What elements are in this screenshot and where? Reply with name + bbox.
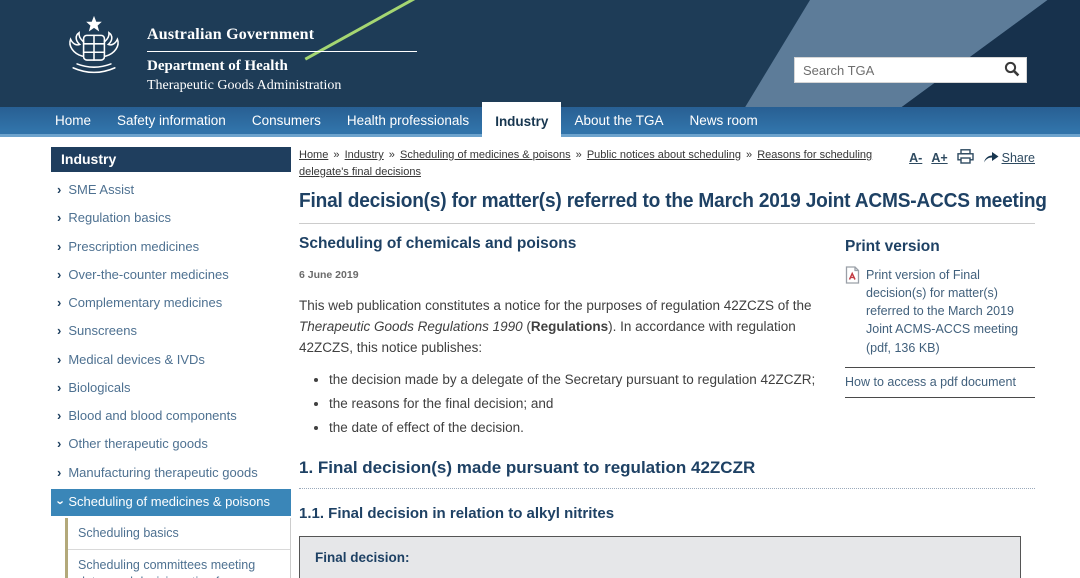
chevron-right-icon: ›	[57, 351, 62, 367]
print-version-heading: Print version	[845, 238, 940, 256]
site-header: Australian Government Department of Heal…	[0, 0, 1080, 107]
breadcrumb-industry[interactable]: Industry	[345, 149, 384, 161]
search-button[interactable]	[998, 58, 1026, 82]
pdf-howto-link[interactable]: How to access a pdf document	[845, 368, 1035, 398]
font-decrease-button[interactable]: A-	[909, 151, 922, 165]
page: Australian Government Department of Heal…	[0, 0, 1080, 578]
page-tools: A- A+ Share	[909, 147, 1035, 167]
sidebar-title: Industry	[51, 147, 291, 172]
main-nav: Home Safety information Consumers Health…	[0, 102, 1080, 137]
agency-logo[interactable]: Australian Government Department of Heal…	[55, 9, 417, 94]
final-decision-box: Final decision: Pursuant to regulation 4…	[299, 535, 1021, 578]
search-box	[794, 57, 1027, 83]
search-input[interactable]	[795, 62, 998, 78]
regulations-bold: Regulations	[530, 319, 609, 335]
pdf-download-link[interactable]: Print version of Final decision(s) for m…	[866, 266, 1035, 357]
sidebar-item-other-therapeutic-goods[interactable]: › Other therapeutic goods	[51, 430, 291, 458]
sidebar-item-complementary-medicines[interactable]: › Complementary medicines	[51, 289, 291, 317]
section-1-heading: 1. Final decision(s) made pursuant to re…	[299, 444, 1035, 489]
nav-item-home[interactable]: Home	[42, 107, 104, 134]
title-divider	[299, 223, 1035, 225]
chevron-right-icon: ›	[57, 182, 62, 197]
share-label: Share	[1001, 151, 1035, 165]
print-button[interactable]	[956, 149, 974, 167]
breadcrumb-current-page[interactable]: Reasons for scheduling delegate's final …	[299, 149, 872, 178]
sidebar-item-regulation-basics[interactable]: › Regulation basics	[51, 204, 291, 232]
breadcrumb-separator: »	[746, 149, 753, 161]
topbar: Home » Industry » Scheduling of medicine…	[299, 147, 1035, 181]
sidebar-item-biologicals[interactable]: › Biologicals	[51, 374, 291, 402]
chevron-right-icon: ›	[57, 323, 62, 339]
section-1-1-heading: 1.1. Final decision in relation to alkyl…	[299, 504, 615, 522]
pdf-file-icon	[845, 266, 860, 357]
chevron-right-icon: ›	[57, 408, 62, 423]
notice-bullet-list: the decision made by a delegate of the S…	[329, 372, 829, 435]
chevron-right-icon: ›	[57, 238, 62, 254]
printer-icon	[956, 149, 974, 167]
logo-line-government: Australian Government	[147, 26, 417, 52]
bullet-item: the date of effect of the decision.	[329, 420, 829, 435]
sidebar-item-medical-devices-ivds[interactable]: › Medical devices & IVDs	[51, 346, 291, 374]
content: Industry › SME Assist › Regulation basics …	[0, 137, 1080, 578]
sidebar-list: › SME Assist › Regulation basics › Prescrip…	[51, 172, 291, 516]
section-heading: Scheduling of chemicals and poisons	[299, 235, 577, 253]
breadcrumb-public-notices[interactable]: Public notices about scheduling	[587, 149, 741, 161]
chevron-right-icon: ›	[57, 464, 62, 480]
chevron-right-icon: ›	[57, 266, 62, 282]
chevron-right-icon: ›	[57, 436, 62, 452]
chevron-right-icon: ›	[57, 295, 62, 310]
howto-row: How to access a pdf document	[845, 368, 1035, 398]
nav-item-about-the-tga[interactable]: About the TGA	[561, 107, 676, 134]
columns: Scheduling of chemicals and poisons 6 Ju…	[299, 235, 1035, 444]
nav-item-health-professionals[interactable]: Health professionals	[334, 107, 482, 134]
search-icon	[1004, 61, 1020, 80]
logo-line-department: Department of Health	[147, 58, 288, 74]
nav-item-consumers[interactable]: Consumers	[239, 107, 334, 134]
sidebar-item-sunscreens[interactable]: › Sunscreens	[51, 317, 291, 345]
submenu-item-committees-meeting-dates[interactable]: Scheduling committees meeting dates and …	[68, 550, 290, 578]
submenu-item-scheduling-basics[interactable]: Scheduling basics	[68, 518, 290, 551]
nav-item-news-room[interactable]: News room	[677, 107, 771, 134]
sidebar-item-otc-medicines[interactable]: › Over-the-counter medicines	[51, 261, 291, 289]
article-column: Scheduling of chemicals and poisons 6 Ju…	[299, 235, 829, 444]
chevron-down-icon: ›	[53, 500, 69, 505]
nav-item-safety-information[interactable]: Safety information	[104, 107, 239, 134]
breadcrumb: Home » Industry » Scheduling of medicine…	[299, 147, 874, 181]
sidebar-submenu: Scheduling basics Scheduling committees …	[65, 518, 291, 578]
sidebar-item-sme-assist[interactable]: › SME Assist	[51, 176, 291, 204]
nav-item-industry[interactable]: Industry	[482, 102, 562, 137]
breadcrumb-separator: »	[388, 149, 395, 161]
publication-date: 6 June 2019	[299, 269, 359, 282]
breadcrumb-scheduling[interactable]: Scheduling of medicines & poisons	[400, 149, 571, 161]
page-title: Final decision(s) for matter(s) referred…	[299, 190, 1047, 213]
breadcrumb-separator: »	[575, 149, 582, 161]
main-area: Home » Industry » Scheduling of medicine…	[299, 147, 1047, 578]
chevron-right-icon: ›	[57, 210, 62, 226]
final-decision-box-heading: Final decision:	[315, 549, 410, 565]
sidebar: Industry › SME Assist › Regulation basics …	[51, 147, 291, 578]
sidebar-item-manufacturing[interactable]: › Manufacturing therapeutic goods	[51, 459, 291, 487]
pdf-link-row: Print version of Final decision(s) for m…	[845, 266, 1035, 368]
share-button[interactable]: Share	[983, 150, 1035, 166]
bullet-item: the reasons for the final decision; and	[329, 396, 829, 411]
sidebar-item-blood-components[interactable]: › Blood and blood components	[51, 402, 291, 430]
coat-of-arms-icon	[55, 9, 133, 89]
sidebar-item-prescription-medicines[interactable]: › Prescription medicines	[51, 233, 291, 261]
intro-paragraph: This web publication constitutes a notic…	[299, 298, 812, 355]
bullet-item: the decision made by a delegate of the S…	[329, 372, 829, 387]
chevron-right-icon: ›	[57, 379, 62, 395]
print-version-panel: Print version Print version of Final dec…	[845, 235, 1035, 444]
breadcrumb-separator: »	[333, 149, 340, 161]
sidebar-item-scheduling-medicines-poisons[interactable]: › Scheduling of medicines & poisons	[51, 488, 291, 516]
font-increase-button[interactable]: A+	[931, 151, 947, 165]
regulations-title-italic: Therapeutic Goods Regulations 1990	[299, 319, 523, 335]
breadcrumb-home[interactable]: Home	[299, 149, 328, 161]
logo-text: Australian Government Department of Heal…	[147, 9, 417, 94]
logo-line-tga: Therapeutic Goods Administration	[147, 78, 342, 93]
share-icon	[983, 150, 999, 166]
